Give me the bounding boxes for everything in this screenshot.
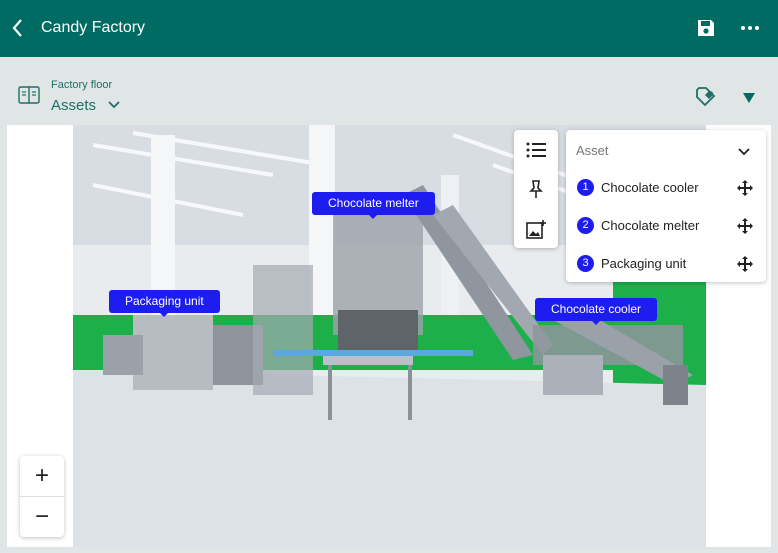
book-icon [18, 86, 40, 104]
pin-icon[interactable] [524, 177, 548, 201]
asset-name: Packaging unit [601, 256, 687, 271]
triangle-down-icon[interactable] [742, 92, 756, 104]
sub-header: Factory floor Assets [0, 57, 778, 125]
zoom-control: + − [20, 456, 64, 537]
zoom-in-button[interactable]: + [20, 456, 64, 496]
move-icon[interactable] [736, 255, 754, 273]
back-icon[interactable] [8, 14, 28, 42]
move-icon[interactable] [736, 217, 754, 235]
marker-chocolate-melter[interactable]: Chocolate melter [312, 192, 435, 219]
asset-number-badge: 2 [577, 217, 594, 234]
tool-panel [514, 130, 558, 248]
asset-number-badge: 1 [577, 179, 594, 196]
asset-panel-header: Asset [576, 143, 609, 158]
add-image-icon[interactable] [524, 218, 548, 242]
asset-list-item[interactable]: 3 Packaging unit [566, 246, 766, 282]
save-icon[interactable] [696, 18, 716, 38]
asset-number-badge: 3 [577, 255, 594, 272]
asset-name: Chocolate cooler [601, 180, 699, 195]
more-icon[interactable] [738, 18, 762, 38]
chevron-down-icon[interactable] [736, 144, 752, 160]
asset-list-item[interactable]: 2 Chocolate melter [566, 208, 766, 244]
tag-icon[interactable] [694, 85, 718, 109]
app-title: Candy Factory [41, 19, 146, 36]
marker-packaging-unit[interactable]: Packaging unit [109, 290, 220, 317]
chevron-down-icon[interactable] [106, 97, 122, 113]
marker-chocolate-cooler[interactable]: Chocolate cooler [535, 298, 658, 325]
app-bar: Candy Factory [0, 0, 778, 57]
zoom-out-button[interactable]: − [20, 497, 64, 537]
list-icon[interactable] [524, 138, 548, 162]
section-title[interactable]: Assets [51, 97, 96, 114]
asset-panel: Asset 1 Chocolate cooler 2 Chocolate mel… [566, 130, 766, 282]
breadcrumb[interactable]: Factory floor [51, 79, 112, 91]
asset-name: Chocolate melter [601, 218, 700, 233]
asset-list-item[interactable]: 1 Chocolate cooler [566, 170, 766, 206]
move-icon[interactable] [736, 179, 754, 197]
